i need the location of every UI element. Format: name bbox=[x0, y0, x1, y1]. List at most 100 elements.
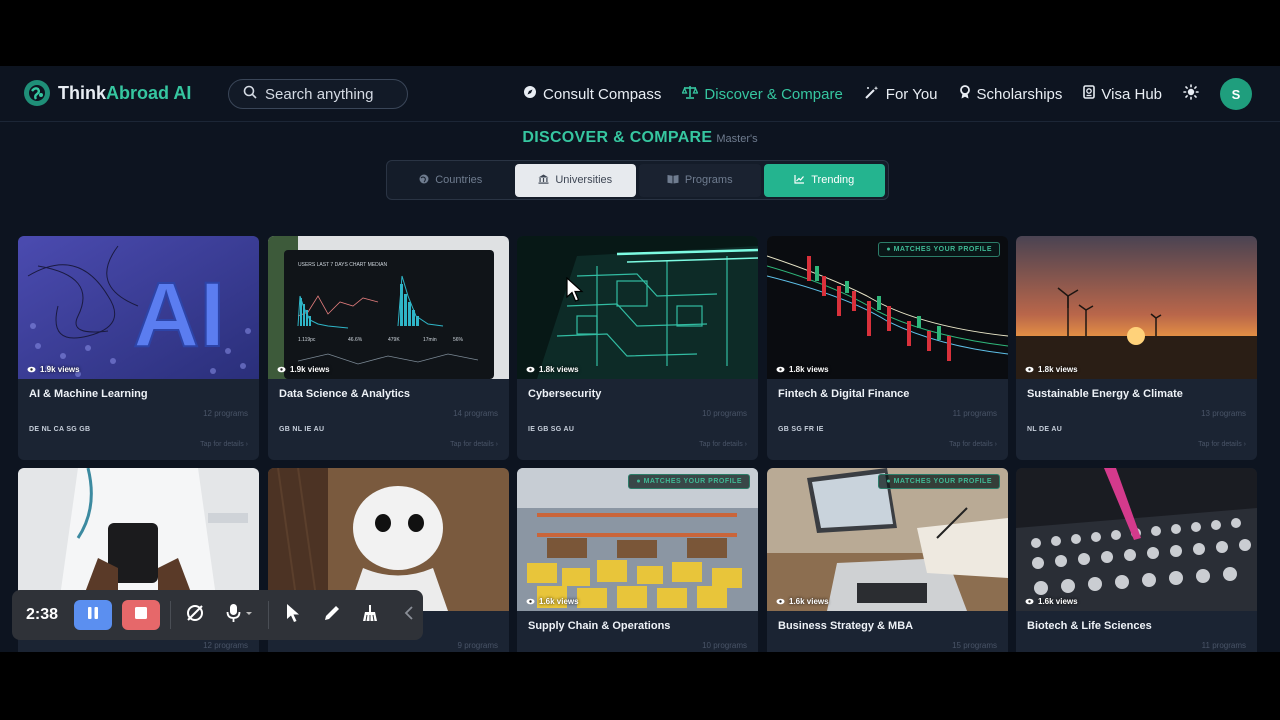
page-title: DISCOVER & COMPARE Master's bbox=[0, 129, 1280, 147]
tab-trending[interactable]: Trending bbox=[763, 163, 885, 197]
camera-off-button[interactable] bbox=[181, 600, 210, 630]
matches-profile-badge: ● MATCHES YOUR PROFILE bbox=[628, 474, 750, 489]
badge-text: MATCHES YOUR PROFILE bbox=[643, 478, 742, 485]
recording-timer: 2:38 bbox=[26, 606, 59, 623]
eye-icon bbox=[1025, 366, 1034, 373]
views-text: 1.6k views bbox=[1038, 597, 1078, 606]
page-title-text: DISCOVER & COMPARE bbox=[522, 129, 713, 146]
program-card-biotech[interactable]: 1.6k views Biotech & Life Sciences 11 pr… bbox=[1016, 468, 1257, 652]
tap-for-details[interactable]: Tap for details › bbox=[1198, 441, 1246, 448]
brand-logo[interactable]: ThinkAbroad AI bbox=[24, 80, 191, 106]
user-avatar[interactable]: S bbox=[1220, 78, 1252, 110]
program-count: 12 programs bbox=[203, 641, 248, 650]
tab-universities[interactable]: Universities bbox=[514, 163, 636, 197]
country-codes: DE NL CA SG GB bbox=[29, 426, 91, 433]
badge-text: MATCHES YOUR PROFILE bbox=[893, 478, 992, 485]
badge-text: MATCHES YOUR PROFILE bbox=[893, 246, 992, 253]
nav-visa-hub[interactable]: Visa Hub bbox=[1083, 85, 1162, 103]
pause-recording-button[interactable] bbox=[74, 600, 113, 630]
program-card-supply-chain[interactable]: ● MATCHES YOUR PROFILE 1.6k views Supply… bbox=[517, 468, 758, 652]
tab-label: Trending bbox=[811, 174, 855, 186]
collapse-toolbar-button[interactable] bbox=[394, 600, 423, 630]
trend-icon bbox=[794, 174, 805, 187]
passport-icon bbox=[1083, 85, 1096, 103]
views-count: 1.6k views bbox=[526, 597, 579, 606]
country-codes: IE GB SG AU bbox=[528, 426, 575, 433]
tab-label: Programs bbox=[684, 174, 733, 186]
card-title: AI & Machine Learning bbox=[29, 388, 148, 400]
card-title: Data Science & Analytics bbox=[279, 388, 411, 400]
program-count: 10 programs bbox=[702, 409, 747, 418]
badge-dot-icon: ● bbox=[886, 246, 894, 253]
nav-discover-compare[interactable]: Discover & Compare bbox=[681, 85, 843, 103]
svg-text:AI: AI bbox=[133, 264, 225, 366]
program-count: 10 programs bbox=[702, 641, 747, 650]
program-card-cybersecurity[interactable]: 1.8k views Cybersecurity 10 programs IE … bbox=[517, 236, 758, 460]
card-image: ● MATCHES YOUR PROFILE 1.8k views bbox=[767, 236, 1008, 379]
svg-text:17min: 17min bbox=[423, 337, 437, 343]
program-card-business-mba[interactable]: ● MATCHES YOUR PROFILE 1.6k views Busine… bbox=[767, 468, 1008, 652]
country-codes: GB NL IE AU bbox=[279, 426, 325, 433]
tap-for-details[interactable]: Tap for details › bbox=[699, 441, 747, 448]
tab-countries[interactable]: Countries bbox=[390, 164, 512, 197]
eye-icon bbox=[277, 366, 286, 373]
nav-consult-compass[interactable]: Consult Compass bbox=[523, 85, 661, 103]
views-text: 1.8k views bbox=[1038, 365, 1078, 374]
search-input[interactable]: Search anything bbox=[228, 79, 408, 109]
tap-text: Tap for details bbox=[699, 441, 743, 448]
pen-tool-button[interactable] bbox=[317, 600, 346, 630]
tap-text: Tap for details bbox=[200, 441, 244, 448]
chevron-right-icon: › bbox=[245, 441, 248, 448]
theme-toggle-button[interactable] bbox=[1183, 84, 1199, 104]
eye-icon bbox=[776, 598, 785, 605]
chevron-left-icon bbox=[404, 605, 414, 625]
nav-scholarships[interactable]: Scholarships bbox=[959, 85, 1062, 103]
card-image: 1.8k views bbox=[1016, 236, 1257, 379]
nav-for-you[interactable]: For You bbox=[864, 85, 938, 103]
program-card-sustainable-energy[interactable]: 1.8k views Sustainable Energy & Climate … bbox=[1016, 236, 1257, 460]
stop-icon bbox=[134, 606, 148, 625]
university-icon bbox=[538, 174, 549, 187]
program-count: 13 programs bbox=[1201, 409, 1246, 418]
card-image: ● MATCHES YOUR PROFILE 1.6k views bbox=[517, 468, 758, 611]
tap-for-details[interactable]: Tap for details › bbox=[450, 441, 498, 448]
views-count: 1.9k views bbox=[27, 365, 80, 374]
program-card-data-science[interactable]: USERS LAST 7 DAYS CHART MEDIAN 1.119pc 46… bbox=[268, 236, 509, 460]
brand-name-part1: Think bbox=[58, 82, 106, 103]
screen-recorder-toolbar: 2:38 bbox=[12, 590, 423, 640]
card-title: Supply Chain & Operations bbox=[528, 620, 671, 632]
eye-icon bbox=[27, 366, 36, 373]
pause-icon bbox=[86, 606, 100, 625]
magic-wand-icon bbox=[864, 85, 880, 103]
tab-programs[interactable]: Programs bbox=[639, 163, 761, 197]
tap-for-details[interactable]: Tap for details › bbox=[200, 441, 248, 448]
eye-icon bbox=[776, 366, 785, 373]
svg-text:479K: 479K bbox=[388, 337, 400, 343]
views-text: 1.9k views bbox=[290, 365, 330, 374]
svg-text:46.6%: 46.6% bbox=[348, 337, 363, 343]
badge-dot-icon: ● bbox=[636, 478, 644, 485]
program-card-fintech[interactable]: ● MATCHES YOUR PROFILE 1.8k views Fintec… bbox=[767, 236, 1008, 460]
program-count: 11 programs bbox=[1201, 641, 1246, 650]
globe-icon bbox=[419, 174, 429, 187]
tap-for-details[interactable]: Tap for details › bbox=[949, 441, 997, 448]
program-card-ai-ml[interactable]: AI 1.9k views AI & Machine Learning 12 p… bbox=[18, 236, 259, 460]
camera-off-icon bbox=[185, 603, 205, 628]
card-image: 1.8k views bbox=[517, 236, 758, 379]
views-text: 1.6k views bbox=[539, 597, 579, 606]
chevron-right-icon: › bbox=[994, 441, 997, 448]
app-window: ThinkAbroad AI Search anything Consult C… bbox=[0, 66, 1280, 652]
svg-text:56%: 56% bbox=[453, 337, 464, 343]
brand-name: ThinkAbroad AI bbox=[58, 83, 191, 104]
eraser-tool-button[interactable] bbox=[356, 600, 385, 630]
chevron-right-icon: › bbox=[744, 441, 747, 448]
microphone-button[interactable] bbox=[220, 600, 258, 630]
chevron-right-icon: › bbox=[1243, 441, 1246, 448]
stop-recording-button[interactable] bbox=[122, 600, 161, 630]
pointer-tool-button[interactable] bbox=[279, 600, 308, 630]
svg-text:1.119pc: 1.119pc bbox=[298, 337, 316, 343]
views-count: 1.9k views bbox=[277, 365, 330, 374]
badge-dot-icon: ● bbox=[886, 478, 894, 485]
card-image: AI 1.9k views bbox=[18, 236, 259, 379]
page-subtitle: Master's bbox=[716, 133, 758, 145]
